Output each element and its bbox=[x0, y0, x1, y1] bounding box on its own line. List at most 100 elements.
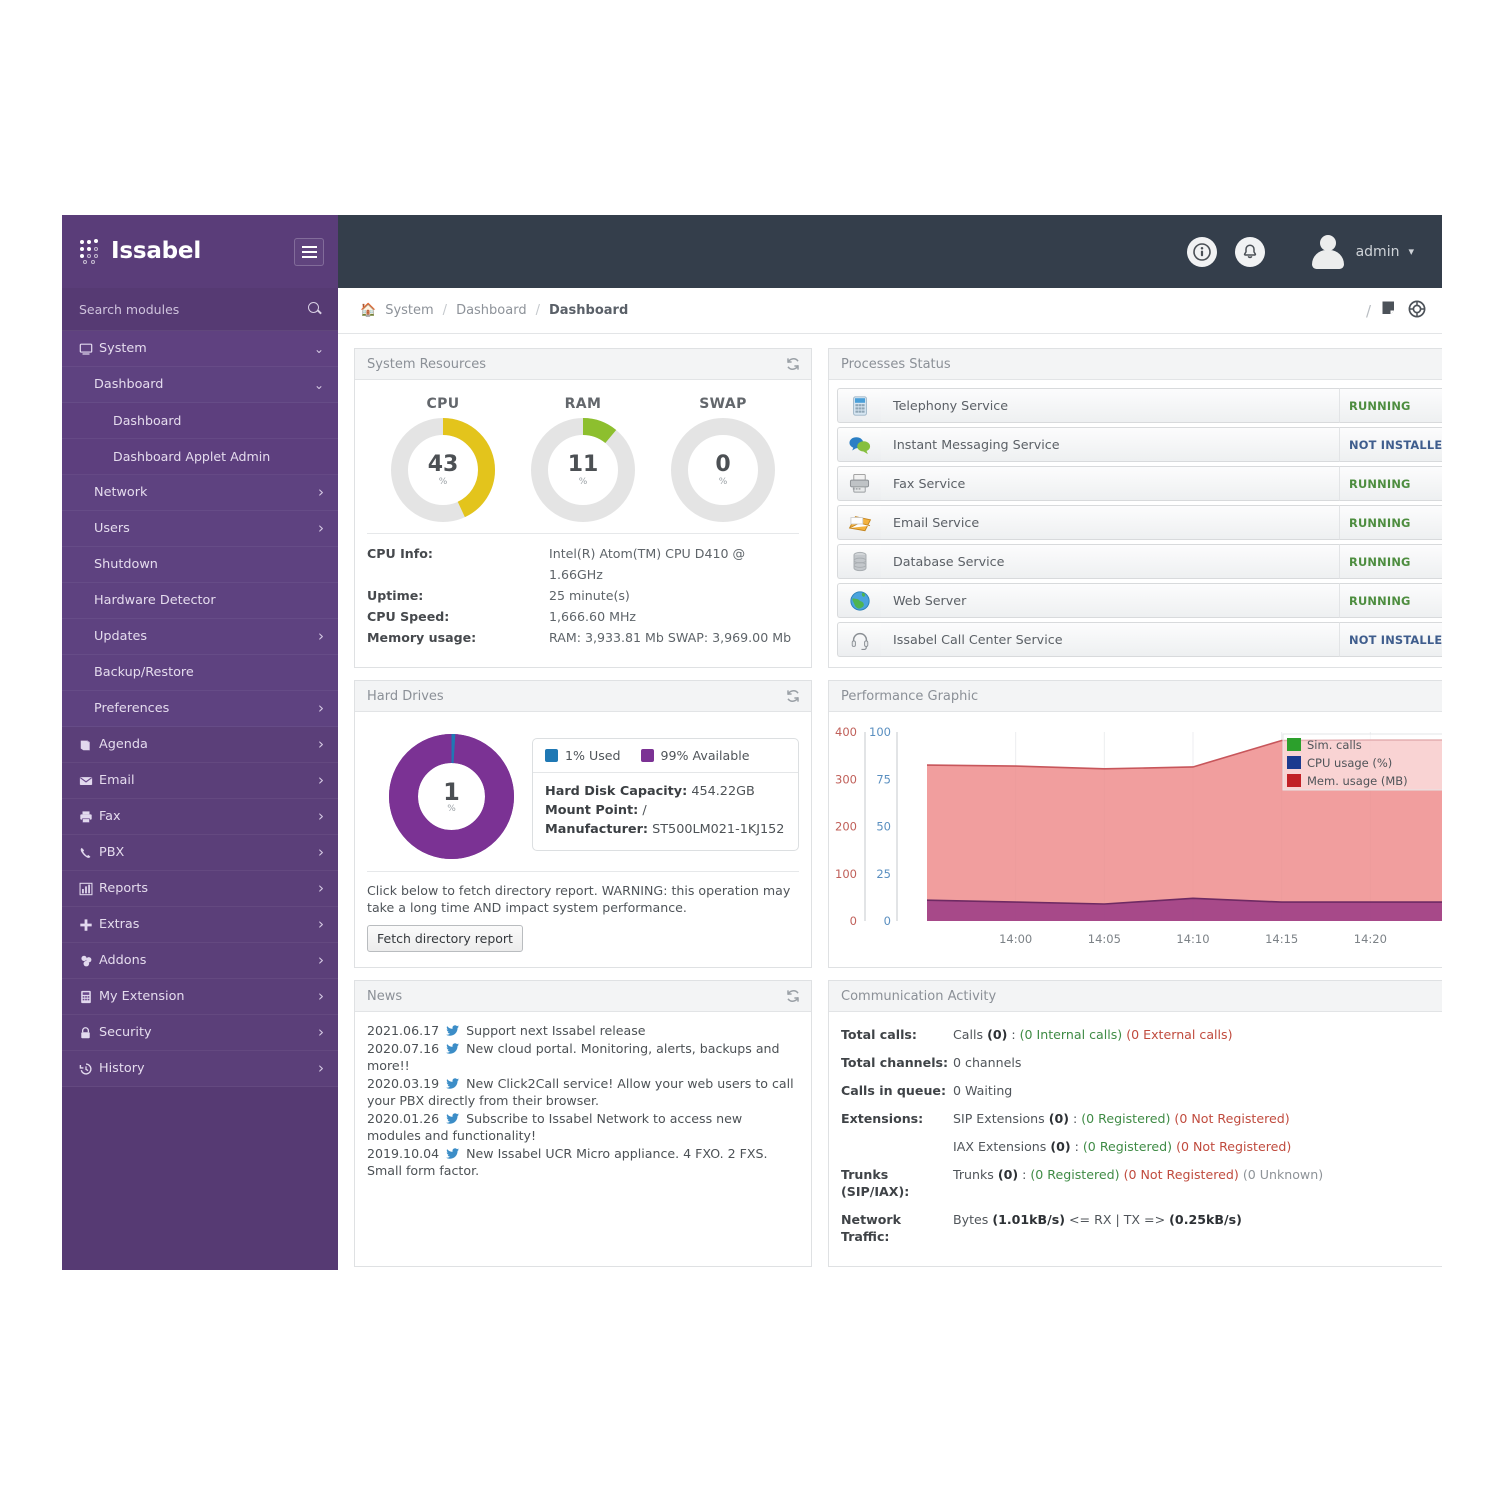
logo[interactable]: Issabel bbox=[80, 238, 294, 265]
card-title: Processes Status bbox=[841, 356, 951, 372]
legend-label: 1% Used bbox=[565, 748, 621, 763]
sidebar-item-label: Updates bbox=[94, 629, 148, 644]
chevron-right-icon[interactable]: › bbox=[318, 881, 324, 896]
sidebar-item-users[interactable]: Users › bbox=[62, 511, 338, 547]
sidebar-item-shutdown[interactable]: Shutdown bbox=[62, 547, 338, 583]
chevron-right-icon[interactable]: › bbox=[318, 1025, 324, 1040]
system-info-row: Memory usage: RAM: 3,933.81 Mb SWAP: 3,96… bbox=[367, 627, 799, 648]
sidebar-item-backup-restore[interactable]: Backup/Restore bbox=[62, 655, 338, 691]
info-circle-icon[interactable] bbox=[1186, 236, 1217, 267]
chevron-down-icon[interactable]: ⌄ bbox=[314, 379, 324, 391]
sidebar-item-label: Shutdown bbox=[94, 557, 158, 572]
comm-key: Extensions: bbox=[841, 1111, 924, 1126]
refresh-icon[interactable] bbox=[785, 988, 801, 1004]
disk-detail-value: ST500LM021-1KJ152 bbox=[652, 822, 785, 837]
menu-toggle-button[interactable] bbox=[294, 237, 324, 266]
news-item[interactable]: 2020.01.26 Subscribe to Issabel Network … bbox=[367, 1110, 799, 1145]
card-hard-drives: Hard Drives 1 % 1% Used 99% Available Ha… bbox=[354, 680, 812, 968]
sidebar-item-hardware-detector[interactable]: Hardware Detector bbox=[62, 583, 338, 619]
comm-part: : bbox=[1007, 1027, 1020, 1042]
gauge-swap: SWAP 0% bbox=[653, 396, 793, 522]
disk-detail-row: Manufacturer: ST500LM021-1KJ152 bbox=[545, 820, 786, 839]
refresh-icon[interactable] bbox=[785, 356, 801, 372]
note-icon[interactable] bbox=[1381, 300, 1398, 321]
sidebar-item-addons[interactable]: Addons › bbox=[62, 943, 338, 979]
process-status: RUNNING bbox=[1339, 544, 1442, 579]
sidebar-item-dashboard[interactable]: Dashboard bbox=[62, 403, 338, 439]
news-item[interactable]: 2020.07.16 New cloud portal. Monitoring,… bbox=[367, 1040, 799, 1075]
comm-part: Calls bbox=[953, 1027, 988, 1042]
card-processes-status: Processes Status Telephony Service RUNNIN… bbox=[828, 348, 1442, 668]
chevron-right-icon[interactable]: › bbox=[318, 953, 324, 968]
user-menu[interactable]: admin ▾ bbox=[1309, 233, 1414, 271]
chevron-right-icon[interactable]: › bbox=[318, 989, 324, 1004]
sidebar-item-my-extension[interactable]: My Extension › bbox=[62, 979, 338, 1015]
comm-key: Calls in queue: bbox=[841, 1083, 946, 1098]
gauge-ram: RAM 11% bbox=[513, 396, 653, 522]
home-icon[interactable]: 🏠 bbox=[360, 303, 376, 318]
sidebar-item-updates[interactable]: Updates › bbox=[62, 619, 338, 655]
svg-text:14:05: 14:05 bbox=[1088, 932, 1121, 946]
chevron-right-icon[interactable]: › bbox=[318, 917, 324, 932]
chevron-right-icon[interactable]: › bbox=[318, 773, 324, 788]
globe-icon bbox=[837, 583, 881, 618]
breadcrumb-item-dashboard[interactable]: Dashboard bbox=[456, 303, 527, 318]
svg-text:100: 100 bbox=[835, 867, 857, 881]
chevron-right-icon[interactable]: › bbox=[318, 809, 324, 824]
sidebar-item-dashboard[interactable]: Dashboard ⌄ bbox=[62, 367, 338, 403]
fetch-directory-report-button[interactable]: Fetch directory report bbox=[367, 925, 523, 952]
chevron-right-icon[interactable]: › bbox=[318, 1061, 324, 1076]
sidebar-item-preferences[interactable]: Preferences › bbox=[62, 691, 338, 727]
news-date: 2020.01.26 bbox=[367, 1110, 440, 1126]
card-header: System Resources bbox=[355, 349, 811, 380]
comm-part: 0 Waiting bbox=[953, 1083, 1013, 1098]
search-input[interactable]: Search modules bbox=[79, 302, 308, 317]
svg-text:200: 200 bbox=[835, 820, 857, 834]
comm-value: 0 Waiting bbox=[953, 1082, 1442, 1099]
sidebar-item-system[interactable]: System ⌄ bbox=[62, 331, 338, 367]
comm-highlight: (0) bbox=[1048, 1111, 1069, 1126]
chevron-right-icon[interactable]: › bbox=[318, 845, 324, 860]
gauge-donut: 11% bbox=[531, 418, 635, 522]
sidebar-item-network[interactable]: Network › bbox=[62, 475, 338, 511]
news-item[interactable]: 2020.03.19 New Click2Call service! Allow… bbox=[367, 1075, 799, 1110]
chevron-right-icon[interactable]: › bbox=[318, 629, 324, 644]
sidebar-item-security[interactable]: Security › bbox=[62, 1015, 338, 1051]
sidebar-item-reports[interactable]: Reports › bbox=[62, 871, 338, 907]
bell-icon[interactable] bbox=[1234, 236, 1265, 267]
sidebar-item-pbx[interactable]: PBX › bbox=[62, 835, 338, 871]
info-value: Intel(R) Atom(TM) CPU D410 @ 1.66GHz bbox=[549, 546, 746, 582]
lifebuoy-icon[interactable] bbox=[1408, 300, 1426, 322]
gauge-cpu: CPU 43% bbox=[373, 396, 513, 522]
comm-highlight: (0) bbox=[1050, 1139, 1071, 1154]
card-news: News 2021.06.17 Support next Issabel rel… bbox=[354, 980, 812, 1267]
sidebar-item-history[interactable]: History › bbox=[62, 1051, 338, 1087]
news-item[interactable]: 2019.10.04 New Issabel UCR Micro applian… bbox=[367, 1145, 799, 1180]
comm-part: (0 External calls) bbox=[1126, 1027, 1233, 1042]
sidebar-item-email[interactable]: Email › bbox=[62, 763, 338, 799]
comm-part: IAX Extensions bbox=[953, 1139, 1051, 1154]
sidebar-item-dashboard-applet-admin[interactable]: Dashboard Applet Admin bbox=[62, 439, 338, 475]
chevron-right-icon[interactable]: › bbox=[318, 737, 324, 752]
comm-part: 0 channels bbox=[953, 1055, 1022, 1070]
sidebar-item-extras[interactable]: Extras › bbox=[62, 907, 338, 943]
svg-text:Sim. calls: Sim. calls bbox=[1307, 738, 1362, 752]
card-performance-graphic: Performance Graphic 0 100 200 300 400 0 25 50 75… bbox=[828, 680, 1442, 968]
sidebar-item-fax[interactable]: Fax › bbox=[62, 799, 338, 835]
refresh-icon[interactable] bbox=[785, 688, 801, 704]
comm-key: Total channels: bbox=[841, 1055, 949, 1070]
comm-part: (0 Not Registered) bbox=[1176, 1139, 1292, 1154]
chevron-right-icon[interactable]: › bbox=[318, 521, 324, 536]
chevron-down-icon[interactable]: ⌄ bbox=[314, 343, 324, 355]
news-item[interactable]: 2021.06.17 Support next Issabel release bbox=[367, 1022, 799, 1040]
chevron-right-icon[interactable]: › bbox=[318, 701, 324, 716]
search-modules-row[interactable]: Search modules bbox=[62, 288, 338, 331]
process-row: Database Service RUNNING bbox=[837, 544, 1442, 579]
sidebar-item-label: Reports bbox=[99, 881, 149, 896]
breadcrumb-item-system[interactable]: System bbox=[385, 303, 433, 318]
sidebar-item-agenda[interactable]: Agenda › bbox=[62, 727, 338, 763]
breadcrumb: 🏠 System / Dashboard / Dashboard bbox=[360, 303, 1366, 318]
search-icon[interactable] bbox=[308, 302, 322, 316]
chevron-right-icon[interactable]: › bbox=[318, 485, 324, 500]
chevron-down-icon[interactable]: ▾ bbox=[1408, 245, 1414, 258]
